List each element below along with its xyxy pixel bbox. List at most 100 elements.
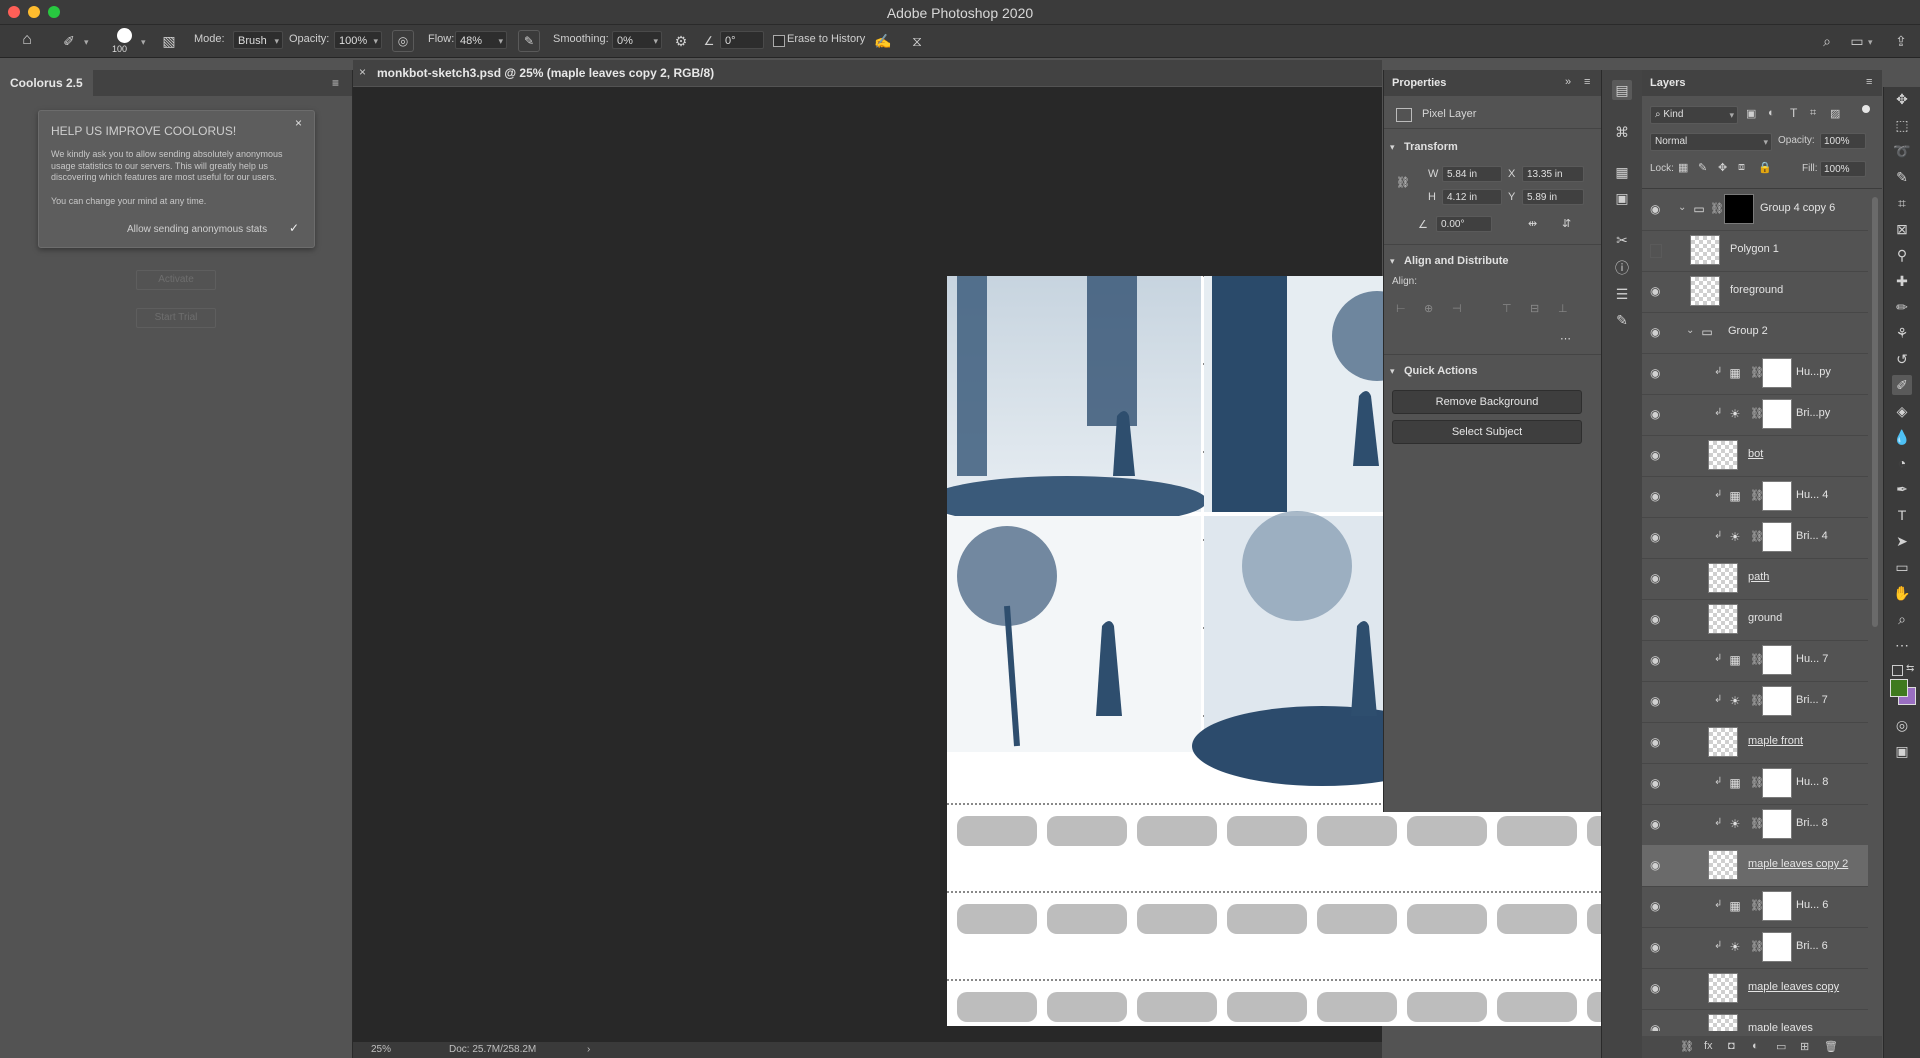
start-trial-button[interactable]: Start Trial [136,308,216,328]
home-icon[interactable]: ⌂ [18,31,36,49]
paint-bucket-tool-icon[interactable]: ◈ [1892,401,1912,421]
layer-row[interactable]: ◉ ↲ ☀ ⛓ Bri... 4 [1642,517,1868,559]
tool-preset-chevron-down-icon[interactable]: ▾ [84,37,89,48]
screen-mode-icon[interactable]: ▣ [1892,741,1912,761]
layer-mask-thumbnail[interactable] [1762,809,1792,839]
align-bottom-icon[interactable]: ⊥ [1558,302,1568,315]
tab-layers[interactable]: Layers [1650,77,1685,89]
layer-row[interactable]: ◉ maple leaves [1642,1009,1868,1031]
layer-thumbnail[interactable] [1708,563,1738,593]
pen-tool-icon[interactable]: ✒ [1892,479,1912,499]
canvas-area[interactable] [353,87,1697,1042]
chevron-down-icon[interactable]: ⌄ [1686,325,1694,336]
flow-field[interactable]: 48% ▾ [455,31,507,49]
eye-hidden-icon[interactable] [1650,244,1662,258]
eye-icon[interactable]: ◉ [1650,654,1664,666]
lock-artboard-icon[interactable]: ⧈ [1738,161,1745,174]
align-left-icon[interactable]: ⊢ [1396,302,1406,315]
rectangle-tool-icon[interactable]: ▭ [1892,557,1912,577]
layer-row[interactable]: ◉ maple leaves copy 2 [1642,845,1868,887]
panel-menu-icon[interactable]: ≡ [1866,76,1872,88]
eye-icon[interactable]: ◉ [1650,941,1664,953]
lasso-tool-icon[interactable]: ➰ [1892,141,1912,161]
more-tools-icon[interactable]: ⋯ [1892,635,1912,655]
lock-transparent-icon[interactable]: ▦ [1678,161,1688,174]
link-dimensions-icon[interactable]: ⛓ [1396,176,1410,189]
layer-row[interactable]: ◉ foreground [1642,271,1868,313]
layer-row[interactable]: ◉ ↲ ▦ ⛓ Hu... 4 [1642,476,1868,518]
erase-to-history-checkbox[interactable] [773,35,785,47]
zoom-level[interactable]: 25% [371,1044,391,1055]
lock-all-icon[interactable]: 🔒 [1758,161,1772,174]
eye-icon[interactable]: ◉ [1650,736,1664,748]
layer-thumbnail[interactable] [1708,1014,1738,1031]
filter-toggle[interactable] [1862,105,1870,113]
document-tab-title[interactable]: monkbot-sketch3.psd @ 25% (maple leaves … [377,66,714,80]
info-icon[interactable]: ⓘ [1612,258,1632,278]
align-middle-icon[interactable]: ⊟ [1530,302,1539,315]
layer-opacity-field[interactable]: 100% [1820,133,1866,149]
link-icon[interactable]: ⛓ [1710,202,1724,215]
eye-icon[interactable]: ◉ [1650,982,1664,994]
more-options-icon[interactable]: ⋯ [1560,332,1571,345]
dodge-tool-icon[interactable]: ◔ [1892,453,1912,473]
height-field[interactable]: 4.12 in [1442,189,1502,205]
history-icon[interactable]: ▣ [1612,188,1632,208]
adjustment-layer-icon[interactable]: ◐ [1752,1040,1759,1052]
eye-icon[interactable]: ◉ [1650,695,1664,707]
smoothing-field[interactable]: 0% ▾ [612,31,662,49]
new-group-icon[interactable]: ▭ [1776,1040,1786,1053]
layer-mask-thumbnail[interactable] [1762,686,1792,716]
paths-icon[interactable]: ⌘ [1612,122,1632,142]
layer-mask-thumbnail[interactable] [1762,399,1792,429]
eye-icon[interactable]: ◉ [1650,1023,1664,1031]
close-icon[interactable]: × [295,116,302,130]
swap-colors-icon[interactable]: ⇆ [1906,663,1914,674]
eye-icon[interactable]: ◉ [1650,613,1664,625]
type-tool-icon[interactable]: T [1892,505,1912,525]
add-mask-icon[interactable]: ◘ [1728,1040,1735,1052]
brush-preset-picker[interactable] [114,28,134,44]
layer-thumbnail[interactable] [1708,973,1738,1003]
anonymous-stats-checkbox[interactable]: ✓ [289,221,299,235]
brush-chevron-down-icon[interactable]: ▾ [141,37,146,48]
quick-mask-icon[interactable]: ◎ [1892,715,1912,735]
brush-tool-icon[interactable]: ✏ [1892,297,1912,317]
brush-settings-icon[interactable]: ✂ [1612,230,1632,250]
layer-row[interactable]: ◉ path [1642,558,1868,600]
pressure-opacity-icon[interactable]: ◎ [392,30,414,52]
align-right-icon[interactable]: ⊣ [1452,302,1462,315]
filter-type-icon[interactable]: T [1790,106,1797,120]
layer-thumbnail[interactable] [1690,235,1720,265]
select-subject-button[interactable]: Select Subject [1392,420,1582,444]
foreground-color-swatch[interactable] [1890,679,1908,697]
new-layer-icon[interactable]: ⊞ [1800,1040,1809,1053]
workspace-icon[interactable]: ▭ [1848,32,1866,50]
eye-icon[interactable]: ◉ [1650,285,1664,297]
trash-icon[interactable]: 🗑 [1824,1040,1838,1053]
status-chevron-right-icon[interactable]: › [587,1044,590,1055]
layer-mask-thumbnail[interactable] [1762,645,1792,675]
layer-row[interactable]: ◉ ↲ ☀ ⛓ Bri... 8 [1642,804,1868,846]
link-layers-icon[interactable]: ⛓ [1680,1040,1694,1053]
eraser-tool-icon[interactable]: ✐ [60,32,78,50]
layer-row[interactable]: ◉ ↲ ▦ ⛓ Hu... 6 [1642,886,1868,928]
layer-mask-thumbnail[interactable] [1762,522,1792,552]
tab-properties[interactable]: Properties [1392,77,1446,89]
remove-background-button[interactable]: Remove Background [1392,390,1582,414]
eye-icon[interactable]: ◉ [1650,449,1664,461]
fx-icon[interactable]: fx [1704,1040,1713,1052]
eye-icon[interactable]: ◉ [1650,572,1664,584]
layer-mask-thumbnail[interactable] [1762,891,1792,921]
eye-icon[interactable]: ◉ [1650,203,1664,215]
pressure-size-icon[interactable]: ✍ [874,32,892,50]
eye-icon[interactable]: ◉ [1650,818,1664,830]
flip-horizontal-icon[interactable]: ⇹ [1528,217,1537,230]
brush-settings-icon[interactable]: ▧ [160,32,178,50]
chevron-down-icon[interactable]: ▾ [1390,256,1395,267]
airbrush-icon[interactable]: ✎ [518,30,540,52]
brushes-icon[interactable]: ✎ [1612,310,1632,330]
layer-mask-thumbnail[interactable] [1762,358,1792,388]
eye-icon[interactable]: ◉ [1650,900,1664,912]
layer-thumbnail[interactable] [1708,727,1738,757]
